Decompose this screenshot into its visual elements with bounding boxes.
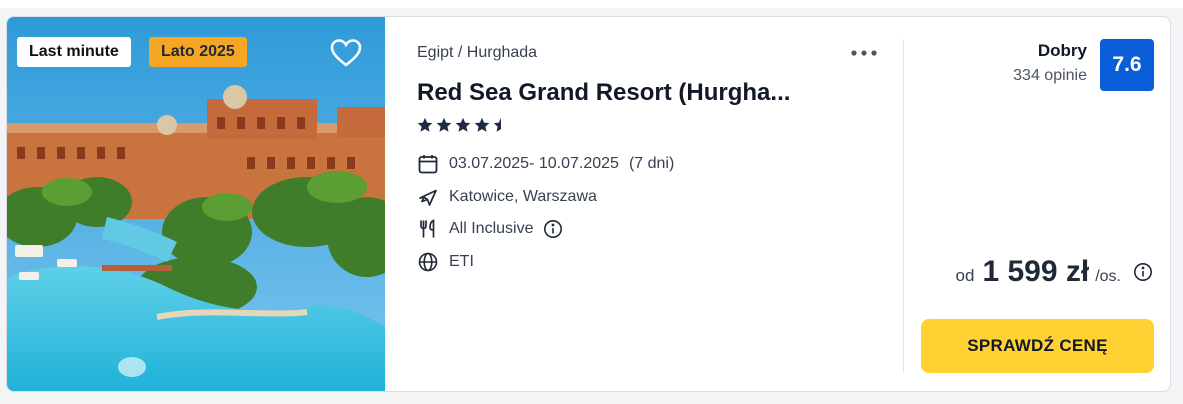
star-icon [474, 117, 490, 132]
info-icon[interactable] [543, 219, 563, 239]
star-icon [417, 117, 433, 132]
departure-row: Katowice, Warszawa [417, 186, 597, 208]
price-prefix: od [955, 266, 975, 285]
tour-operator: ETI [449, 253, 474, 270]
plane-icon [417, 186, 439, 208]
star-icon [436, 117, 452, 132]
more-dots-icon[interactable] [849, 41, 879, 65]
hotel-location: Egipt / Hurghada [417, 44, 538, 61]
last-minute-badge: Last minute [17, 37, 131, 67]
hotel-photo[interactable]: Last minute Lato 2025 [7, 17, 385, 391]
board-type: All Inclusive [449, 220, 534, 237]
board-row: All Inclusive [417, 218, 563, 240]
rating-label: Dobry [1037, 41, 1087, 60]
price-suffix: /os. [1095, 268, 1121, 285]
price-value: 1 599 zł [982, 255, 1090, 288]
star-icon [455, 117, 471, 132]
season-badge: Lato 2025 [149, 37, 247, 67]
globe-icon [417, 251, 439, 273]
star-icon [493, 117, 501, 132]
hotel-stars [417, 117, 507, 133]
info-icon[interactable] [1133, 262, 1153, 282]
cutlery-icon [417, 218, 439, 240]
hotel-info: Egipt / Hurghada Red Sea Grand Resort (H… [417, 17, 897, 391]
check-price-button[interactable]: SPRAWDŹ CENĘ [921, 319, 1154, 373]
previous-card-edge [0, 0, 1183, 8]
heart-icon[interactable] [329, 37, 363, 69]
column-divider [903, 39, 904, 373]
offer-card[interactable]: Last minute Lato 2025 Egipt / Hurghada R… [6, 16, 1171, 392]
review-count[interactable]: 334 opinie [1013, 67, 1087, 85]
operator-row: ETI [417, 251, 474, 273]
trip-length: (7 dni) [628, 155, 675, 172]
calendar-icon [417, 153, 439, 175]
travel-dates: 03.07.2025- 10.07.2025 [449, 155, 619, 172]
rating-score: 7.6 [1100, 39, 1154, 91]
dates-row: 03.07.2025- 10.07.2025 (7 dni) [417, 153, 674, 175]
departure-airports: Katowice, Warszawa [449, 188, 597, 205]
price: od 1 599 zł /os. [956, 255, 1153, 289]
hotel-name[interactable]: Red Sea Grand Resort (Hurgha... [417, 79, 790, 107]
